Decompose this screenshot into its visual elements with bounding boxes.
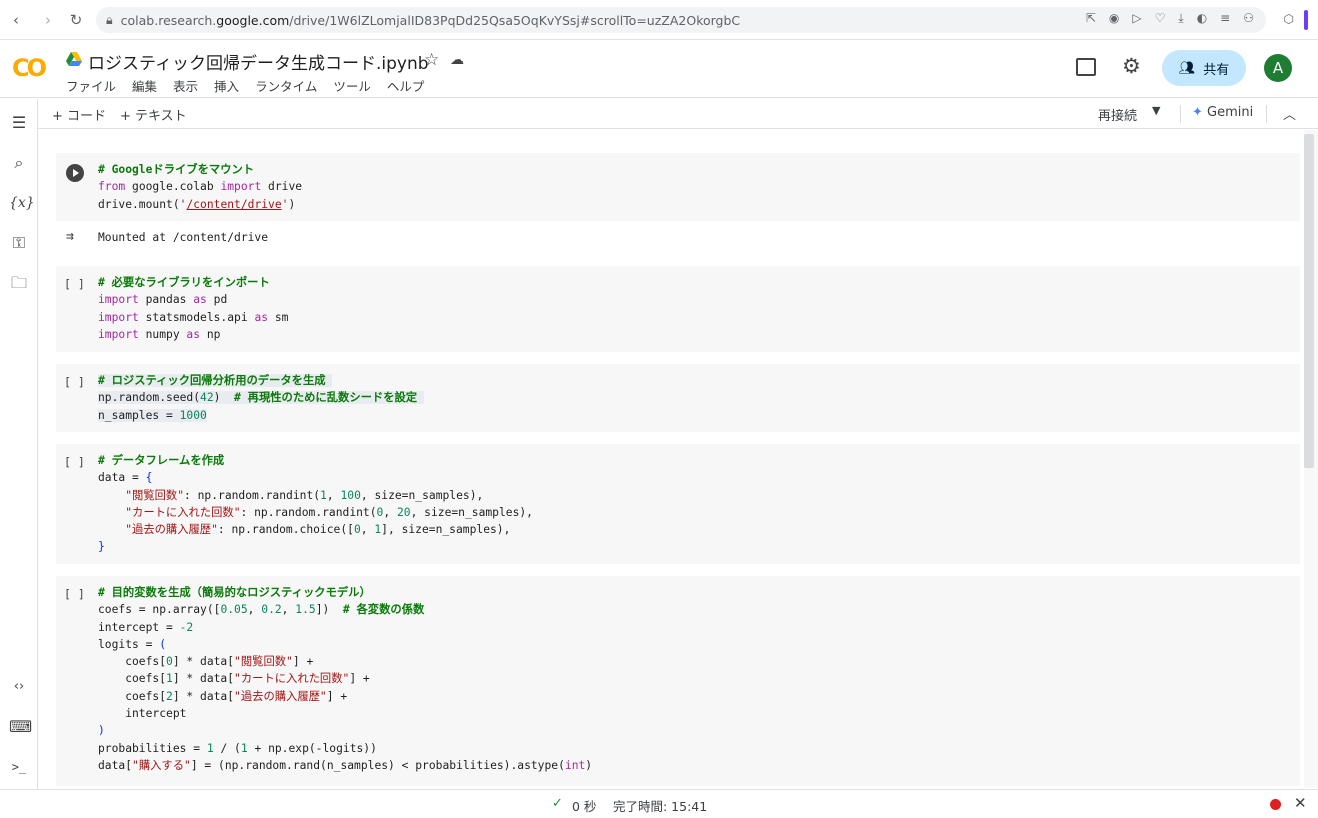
lock-icon: 🔒︎ — [106, 12, 113, 27]
toc-icon[interactable]: ☰ — [9, 113, 29, 133]
code-cell[interactable]: [ ] # データフレームを作成 data = { "閲覧回数": np.ran… — [56, 444, 1300, 564]
notebook-title[interactable]: ロジスティック回帰データ生成コード.ipynb — [88, 49, 429, 74]
address-bar-actions: ⇱ ◉ ▷ ♡ ⤓ ◐ ≡ ⚇ — [1086, 11, 1254, 26]
chevron-down-icon[interactable]: ▼ — [1152, 104, 1160, 117]
download-icon[interactable]: ⤓ — [1178, 11, 1183, 26]
code-content[interactable]: # Googleドライブをマウント from google.colab impo… — [98, 161, 302, 213]
menu-tools[interactable]: ツール — [333, 76, 371, 95]
list-icon[interactable]: ≡ — [1220, 11, 1230, 26]
code-cell[interactable]: # Googleドライブをマウント from google.colab impo… — [56, 153, 1300, 221]
code-cell[interactable]: [ ] # ロジスティック回帰分析用のデータを生成 np.random.seed… — [56, 364, 1300, 432]
menu-runtime[interactable]: ランタイム — [255, 76, 317, 95]
gemini-spark-icon: ✦ — [1192, 105, 1203, 120]
people-icon: 👥︎ — [1178, 60, 1196, 76]
check-icon: ✓ — [552, 796, 563, 811]
share-label: 共有 — [1203, 62, 1230, 78]
code-content[interactable]: # 必要なライブラリをインポート import pandas as pd imp… — [98, 274, 288, 343]
output-text: Mounted at /content/drive — [98, 231, 269, 244]
elapsed-time: 0 秒 — [572, 799, 597, 814]
comment-icon[interactable] — [1076, 58, 1096, 76]
gemini-label: Gemini — [1207, 105, 1254, 120]
terminal-icon[interactable]: >_ — [9, 757, 29, 777]
key-icon[interactable]: ⚿ — [9, 233, 29, 253]
camera-icon[interactable]: ◉ — [1109, 11, 1119, 26]
variables-icon[interactable]: {x} — [9, 193, 35, 213]
star-icon[interactable]: ☆ — [424, 50, 439, 70]
notebook-toolbar: + コード + テキスト 再接続 ▼ ✦ Gemini ︿ — [38, 99, 1318, 129]
url-domain-prefix: colab.research. — [120, 12, 217, 28]
menu-insert[interactable]: 挿入 — [214, 76, 239, 95]
code-cell[interactable]: [ ] # 目的変数を生成（簡易的なロジスティックモデル） coefs = np… — [56, 576, 1300, 786]
run-bracket[interactable]: [ ] — [64, 277, 85, 291]
menu-view[interactable]: 表示 — [173, 76, 198, 95]
url-domain: google.com — [216, 12, 290, 28]
code-cell[interactable]: [ ] # 必要なライブラリをインポート import pandas as pd… — [56, 266, 1300, 352]
add-code-button[interactable]: + コード — [52, 105, 106, 124]
forward-icon[interactable]: › — [34, 6, 62, 34]
toggle-icon[interactable]: ◐ — [1197, 11, 1207, 26]
notebook-area: # Googleドライブをマウント from google.colab impo… — [38, 130, 1304, 788]
share-page-icon[interactable]: ⇱ — [1086, 11, 1096, 26]
divider — [1180, 105, 1181, 123]
left-sidebar: ☰ ⌕ {x} ⚿ 🗀︎ ‹› ⌨ >_ — [0, 99, 38, 789]
menu-edit[interactable]: 編集 — [132, 76, 157, 95]
share-button[interactable]: 👥︎ 共有 — [1162, 50, 1246, 86]
cast-icon[interactable]: ▷ — [1132, 11, 1141, 26]
drive-icon[interactable] — [66, 52, 82, 66]
logo-text: CO — [12, 54, 47, 82]
add-text-button[interactable]: + テキスト — [120, 105, 187, 124]
completed-time: 完了時間: 15:41 — [613, 799, 708, 814]
code-snippets-icon[interactable]: ‹› — [9, 677, 29, 697]
search-icon[interactable]: ⌕ — [9, 153, 29, 173]
colab-header: CO ロジスティック回帰データ生成コード.ipynb ☆ ☁ ファイル 編集 表… — [0, 40, 1318, 98]
divider — [1266, 105, 1267, 123]
run-bracket[interactable]: [ ] — [64, 455, 85, 469]
menu-help[interactable]: ヘルプ — [387, 76, 425, 95]
extension-icon[interactable]: ⬡ — [1284, 12, 1294, 26]
profile-icon[interactable]: ⚇ — [1243, 11, 1254, 26]
menu-file[interactable]: ファイル — [66, 76, 116, 95]
reload-icon[interactable]: ↻ — [62, 6, 90, 34]
run-bracket[interactable]: [ ] — [64, 587, 85, 601]
run-bracket[interactable]: [ ] — [64, 375, 85, 389]
code-content[interactable]: # 目的変数を生成（簡易的なロジスティックモデル） coefs = np.arr… — [98, 584, 592, 774]
cloud-icon[interactable]: ☁ — [450, 52, 464, 68]
close-icon[interactable]: ✕ — [1294, 794, 1307, 812]
scrollbar-thumb[interactable] — [1304, 134, 1314, 468]
avatar[interactable]: A — [1264, 54, 1292, 82]
chevron-up-icon[interactable]: ︿ — [1283, 104, 1296, 123]
browser-toolbar: ‹ › ↻ 🔒︎ colab.research. google.com/drive… — [0, 0, 1318, 40]
heart-icon[interactable]: ♡ — [1155, 11, 1166, 26]
sidebar-indicator — [1304, 10, 1308, 30]
colab-logo[interactable]: CO — [12, 54, 47, 82]
record-icon[interactable] — [1270, 799, 1281, 810]
gear-icon[interactable]: ⚙ — [1122, 54, 1141, 78]
url-path: /drive/1W6lZLomjalID83PqDd25Qsa5OqKvYSsj… — [289, 12, 741, 28]
reconnect-button[interactable]: 再接続 — [1098, 105, 1137, 124]
output-icon[interactable]: ⇉ — [66, 229, 74, 244]
code-content[interactable]: # データフレームを作成 data = { "閲覧回数": np.random.… — [98, 452, 533, 556]
run-icon[interactable] — [66, 164, 84, 182]
gemini-button[interactable]: ✦ Gemini — [1192, 105, 1253, 120]
menu-bar: ファイル 編集 表示 挿入 ランタイム ツール ヘルプ — [66, 76, 424, 95]
status-bar: ✓ 0 秒 完了時間: 15:41 ✕ — [0, 789, 1318, 818]
code-content[interactable]: # ロジスティック回帰分析用のデータを生成 np.random.seed(42)… — [98, 372, 424, 424]
cell-output: ⇉ Mounted at /content/drive — [56, 224, 1300, 252]
command-palette-icon[interactable]: ⌨ — [9, 717, 32, 737]
folder-icon[interactable]: 🗀︎ — [9, 273, 29, 293]
back-icon[interactable]: ‹ — [2, 6, 30, 34]
